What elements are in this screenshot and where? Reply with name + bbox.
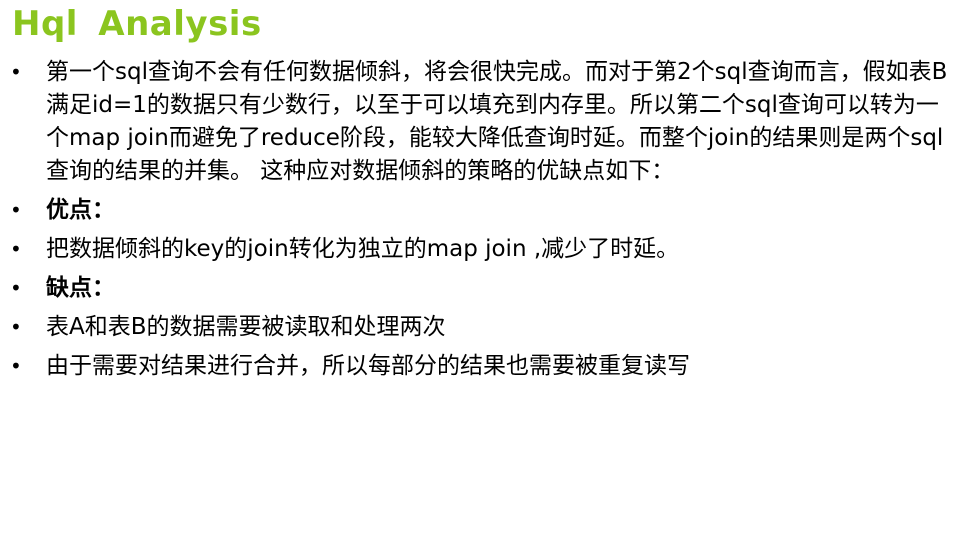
slide: Hql Analysis Hql Analysis • 第一个sql查询不会有任… [0,0,960,540]
bullet-text: 把数据倾斜的key的join转化为独立的map join ,减少了时延。 [46,236,680,262]
bullet-text: 优点： [46,197,115,223]
bullet-list: • 第一个sql查询不会有任何数据倾斜，将会很快完成。而对于第2个sql查询而言… [10,56,950,383]
bullet-dot: • [10,354,22,378]
bullet-dot: • [10,276,22,300]
bullet-dot: • [10,315,22,339]
bullet-dot: • [10,198,22,222]
bullet-text: 表A和表B的数据需要被读取和处理两次 [46,314,446,340]
bullet-text: 第一个sql查询不会有任何数据倾斜，将会很快完成。而对于第2个sql查询而言，假… [46,59,948,184]
bullet-text: 由于需要对结果进行合并，所以每部分的结果也需要被重复读写 [46,353,690,379]
bullet-item-description: • 第一个sql查询不会有任何数据倾斜，将会很快完成。而对于第2个sql查询而言… [10,56,950,188]
slide-body: • 第一个sql查询不会有任何数据倾斜，将会很快完成。而对于第2个sql查询而言… [10,56,950,389]
bullet-item-pro: • 把数据倾斜的key的join转化为独立的map join ,减少了时延。 [10,233,950,266]
bullet-item-con-2: • 由于需要对结果进行合并，所以每部分的结果也需要被重复读写 [10,350,950,383]
slide-title: Hql Analysis [12,4,262,44]
bullet-item-pros-heading: • 优点： [10,194,950,227]
bullet-dot: • [10,60,22,84]
bullet-item-con-1: • 表A和表B的数据需要被读取和处理两次 [10,311,950,344]
bullet-dot: • [10,237,22,261]
bullet-text: 缺点： [46,275,115,301]
title-area: Hql Analysis Hql Analysis [12,2,262,58]
bullet-item-cons-heading: • 缺点： [10,272,950,305]
